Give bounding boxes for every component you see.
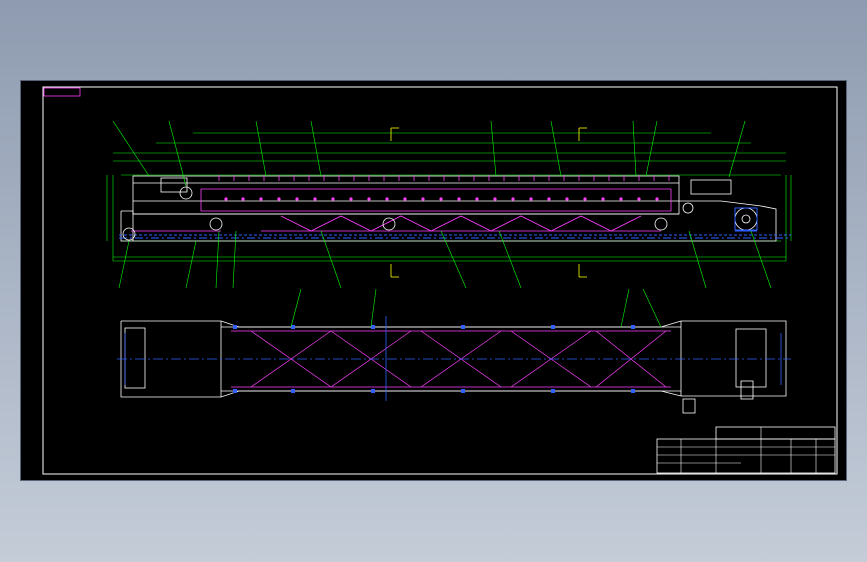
cad-stroke-path bbox=[550, 120, 562, 177]
cad-stroke-circle bbox=[403, 197, 407, 201]
cad-stroke-rect bbox=[715, 426, 836, 440]
cad-stroke-rect bbox=[735, 328, 767, 388]
cad-stroke-circle bbox=[565, 197, 569, 201]
cad-stroke-circle bbox=[741, 214, 751, 224]
cad-stroke-rect bbox=[461, 389, 465, 393]
cad-stroke-path bbox=[185, 240, 197, 289]
plan-motor bbox=[682, 380, 754, 414]
plan-view bbox=[117, 288, 791, 414]
cad-stroke-polyline bbox=[280, 215, 642, 232]
cad-stroke-path bbox=[728, 120, 746, 178]
leader-lines-bottom bbox=[118, 230, 772, 289]
cad-stroke-path bbox=[632, 120, 637, 177]
cad-stroke-rect bbox=[461, 325, 465, 329]
cad-stroke-rect bbox=[371, 389, 375, 393]
plan-leaders bbox=[290, 288, 662, 328]
cad-stroke-path bbox=[118, 240, 130, 289]
cad-stroke-path bbox=[310, 120, 322, 177]
cad-stroke-circle bbox=[583, 197, 587, 201]
cad-stroke-path bbox=[232, 230, 237, 289]
cad-stroke-circle bbox=[734, 207, 758, 231]
cad-stroke-rect bbox=[233, 325, 237, 329]
cad-stroke-path bbox=[112, 120, 150, 177]
idler-rollers bbox=[224, 197, 659, 201]
cad-stroke-path bbox=[642, 288, 662, 328]
cad-stroke-rect bbox=[291, 389, 295, 393]
plan-centerline bbox=[117, 316, 791, 401]
cad-stroke-circle bbox=[511, 197, 515, 201]
cad-stroke-circle bbox=[295, 197, 299, 201]
cad-stroke-circle bbox=[439, 197, 443, 201]
cad-stroke-circle bbox=[385, 197, 389, 201]
cad-stroke-rect bbox=[551, 389, 555, 393]
cad-stroke-path bbox=[490, 120, 497, 177]
cad-stroke-rect bbox=[371, 325, 375, 329]
cad-stroke-rect bbox=[631, 389, 635, 393]
cad-stroke-circle bbox=[209, 217, 223, 231]
elevation-view bbox=[106, 120, 792, 289]
cad-stroke-rect bbox=[656, 438, 836, 474]
cad-stroke-path bbox=[440, 230, 467, 289]
cad-stroke-circle bbox=[224, 197, 228, 201]
cad-stroke-rect bbox=[690, 179, 732, 195]
cad-stroke-circle bbox=[259, 197, 263, 201]
cad-stroke-rect bbox=[551, 325, 555, 329]
cad-stroke-polyline bbox=[120, 210, 134, 242]
cad-stroke-circle bbox=[493, 197, 497, 201]
cad-stroke-circle bbox=[241, 197, 245, 201]
cad-stroke-circle bbox=[619, 197, 623, 201]
pulleys bbox=[122, 186, 758, 241]
cad-stroke-path bbox=[645, 120, 658, 177]
cad-stroke-path bbox=[750, 230, 772, 289]
cad-drawing bbox=[42, 86, 838, 475]
cad-stroke-circle bbox=[331, 197, 335, 201]
cad-stroke-circle bbox=[475, 197, 479, 201]
elevation-annotations bbox=[390, 127, 587, 278]
cad-stroke-path bbox=[320, 230, 342, 289]
cad-stroke-path bbox=[688, 230, 707, 289]
cad-stroke-circle bbox=[367, 197, 371, 201]
bottom-dimensions bbox=[113, 256, 786, 262]
cad-stroke-rect bbox=[124, 327, 146, 389]
cad-stroke-path bbox=[290, 288, 302, 328]
cad-stroke-rect bbox=[682, 398, 696, 414]
title-block bbox=[656, 426, 836, 474]
cad-stroke-rect bbox=[160, 177, 188, 193]
cad-stroke-circle bbox=[655, 197, 659, 201]
cad-stroke-circle bbox=[349, 197, 353, 201]
cad-stroke-path bbox=[215, 230, 220, 289]
cad-stroke-circle bbox=[547, 197, 551, 201]
cad-stroke-circle bbox=[457, 197, 461, 201]
cad-stroke-path bbox=[498, 230, 522, 289]
cad-stroke-circle bbox=[313, 197, 317, 201]
cad-stroke-rect bbox=[631, 325, 635, 329]
cad-stroke-path bbox=[620, 288, 630, 328]
cad-stroke-path bbox=[255, 120, 267, 177]
outer-frame bbox=[42, 86, 838, 475]
cad-stroke-circle bbox=[529, 197, 533, 201]
cad-stroke-path bbox=[370, 288, 377, 328]
cad-stroke-circle bbox=[601, 197, 605, 201]
cad-stroke-rect bbox=[132, 175, 680, 215]
cad-stroke-circle bbox=[421, 197, 425, 201]
elevation-dimensions bbox=[106, 132, 792, 261]
cad-viewport[interactable] bbox=[20, 80, 847, 481]
cad-stroke-rect bbox=[233, 389, 237, 393]
cad-stroke-circle bbox=[654, 217, 668, 231]
cad-stroke-circle bbox=[277, 197, 281, 201]
cad-stroke-circle bbox=[637, 197, 641, 201]
cad-stroke-circle bbox=[682, 202, 694, 214]
cad-stroke-circle bbox=[179, 186, 193, 200]
truss-structure bbox=[131, 188, 672, 232]
sheet-tag-box bbox=[43, 87, 81, 97]
